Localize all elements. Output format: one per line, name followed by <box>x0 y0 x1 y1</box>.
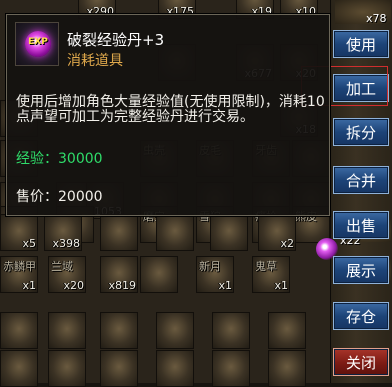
item-name: 新月 <box>199 260 221 273</box>
item-name: 破裂经验丹+3 <box>67 31 165 49</box>
inventory-slot[interactable] <box>156 350 194 387</box>
inventory-slot[interactable] <box>140 256 178 293</box>
item-type: 消耗道具 <box>67 53 123 69</box>
item-count: x398 <box>52 237 80 250</box>
inventory-slot[interactable] <box>156 312 194 349</box>
item-exp: 经验：30000 <box>16 148 103 168</box>
item-count: x1 <box>218 279 232 292</box>
process-button[interactable]: 加工 <box>333 74 389 102</box>
item-icon: EXP <box>15 22 59 66</box>
item-count: x20 <box>63 279 84 292</box>
inventory-slot[interactable]: 新月 x1 <box>196 256 234 293</box>
inventory-slot[interactable]: 兰域 x20 <box>48 256 86 293</box>
item-icon-label: EXP <box>28 37 48 47</box>
item-count: x5 <box>22 237 36 250</box>
inventory-slot[interactable] <box>48 312 86 349</box>
inventory-slot[interactable] <box>0 312 38 349</box>
inventory-slot[interactable] <box>0 350 38 387</box>
store-button[interactable]: 存仓 <box>333 302 389 330</box>
item-price: 售价：20000 <box>16 186 103 206</box>
inventory-slot[interactable] <box>100 312 138 349</box>
inventory-slot[interactable] <box>212 350 250 387</box>
display-button[interactable]: 展示 <box>333 256 389 284</box>
inventory-slot[interactable]: x398 <box>44 214 82 251</box>
item-count: x1 <box>22 279 36 292</box>
inventory-slot[interactable] <box>268 312 306 349</box>
exp-label: 经验： <box>16 151 58 167</box>
exp-pill-icon: EXP <box>25 31 51 57</box>
inventory-slot[interactable]: x819 <box>100 256 138 293</box>
item-count: x1 <box>274 279 288 292</box>
exp-value: 30000 <box>58 151 103 167</box>
merge-button[interactable]: 合并 <box>333 166 389 194</box>
price-label: 售价： <box>16 189 58 205</box>
item-name: 兰域 <box>51 260 73 273</box>
item-name: 赤鳞甲 <box>3 260 36 273</box>
inventory-slot[interactable] <box>268 350 306 387</box>
item-tooltip: EXP 破裂经验丹+3 消耗道具 使用后增加角色大量经验值(无使用限制)，消耗1… <box>6 14 330 216</box>
inventory-slot[interactable]: 赤鳞甲 x1 <box>0 256 38 293</box>
inventory-slot[interactable] <box>100 350 138 387</box>
inventory-slot[interactable] <box>100 214 138 251</box>
inventory-slot[interactable] <box>156 214 194 251</box>
item-count: x819 <box>108 279 136 292</box>
inventory-slot[interactable] <box>210 214 248 251</box>
inventory-slot[interactable] <box>48 350 86 387</box>
use-button[interactable]: 使用 <box>333 30 389 58</box>
inventory-slot[interactable]: x2 <box>258 214 296 251</box>
item-count: x78 <box>366 12 387 25</box>
item-name: 鬼草 <box>255 260 277 273</box>
item-count: x2 <box>280 237 294 250</box>
split-button[interactable]: 拆分 <box>333 118 389 146</box>
inventory-slot[interactable]: 鬼草 x1 <box>252 256 290 293</box>
close-button[interactable]: 关闭 <box>333 348 389 376</box>
sell-button[interactable]: 出售 <box>333 211 389 239</box>
inventory-slot[interactable] <box>212 312 250 349</box>
price-value: 20000 <box>58 189 103 205</box>
item-description: 使用后增加角色大量经验值(无使用限制)，消耗10点声望可加工为完整经验丹进行交易… <box>16 94 325 125</box>
inventory-slot[interactable]: x5 <box>0 214 38 251</box>
